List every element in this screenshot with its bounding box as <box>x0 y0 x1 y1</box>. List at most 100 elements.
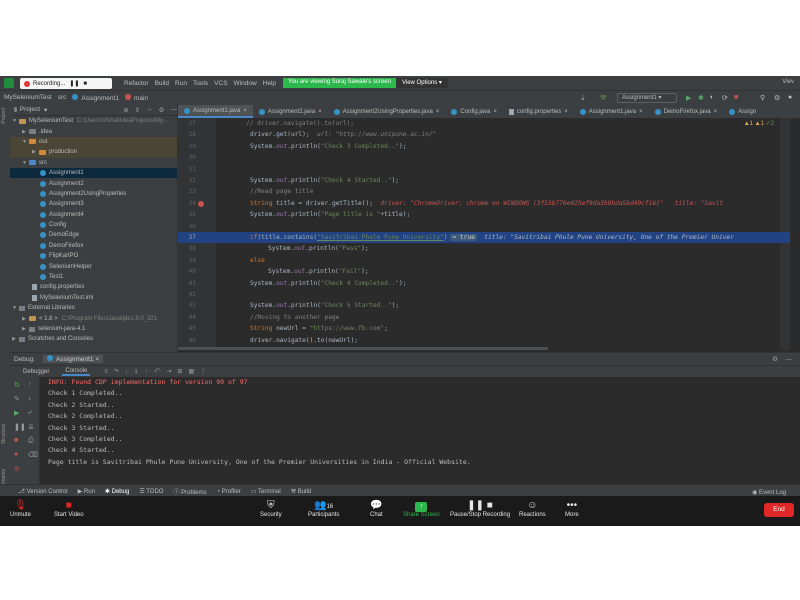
evaluate-icon[interactable]: ⊞ <box>177 368 182 375</box>
tab-terminal[interactable]: ▭ Terminal <box>251 488 281 495</box>
menu-item-help[interactable]: Help <box>263 80 276 87</box>
close-icon[interactable]: × <box>243 108 247 114</box>
build-hammer-icon[interactable]: ⚒ <box>600 94 606 102</box>
tree-item-selenium[interactable]: ▶ selenium-java-4.1 <box>10 324 177 334</box>
close-icon[interactable]: × <box>714 109 718 115</box>
more-button[interactable]: ••• More <box>565 500 579 518</box>
clear-all-icon[interactable]: ⌫ <box>28 451 38 459</box>
tree-item-class[interactable]: FlipKartPO <box>10 251 177 261</box>
tree-item-file[interactable]: MySeleniumTest.iml <box>10 293 177 303</box>
tree-item-class[interactable]: Assignment2UsingProperties <box>10 189 177 199</box>
profile-icon[interactable]: ⟳ <box>722 94 728 102</box>
scroll-down-icon[interactable]: ↓ <box>28 395 32 402</box>
hide-panel-icon[interactable]: — <box>786 356 793 363</box>
tab-config-properties[interactable]: config.properties × <box>503 105 574 118</box>
tab-assignment1-second[interactable]: Assignment1.java × <box>574 105 649 118</box>
tree-item-class[interactable]: DemoEdge <box>10 230 177 240</box>
tree-item-scratches[interactable]: ▶ Scratches and Consoles <box>10 334 177 344</box>
menu-item-tools[interactable]: Tools <box>193 80 208 87</box>
tab-assignment1[interactable]: Assignment1.java × <box>178 105 253 118</box>
start-video-button[interactable]: ■ Start Video <box>54 500 84 518</box>
rerun-icon[interactable]: ↻ <box>14 381 20 389</box>
close-icon[interactable]: × <box>436 109 440 115</box>
stop-icon[interactable]: ■ <box>734 94 738 101</box>
tab-build[interactable]: ⚒ Build <box>291 488 311 495</box>
end-meeting-button[interactable]: End <box>764 503 794 517</box>
code-editor[interactable]: ▲1 ▲1 ✓2 27// driver.navigate().to(url);… <box>178 118 790 350</box>
tree-item-class[interactable]: Test1 <box>10 272 177 282</box>
tab-assignment2-using-properties[interactable]: Assignment2UsingProperties.java × <box>328 105 446 118</box>
tab-profiler[interactable]: ◔ Profiler <box>217 489 241 495</box>
locate-file-icon[interactable]: ⊕ <box>123 106 128 114</box>
menu-item-window[interactable]: Window <box>234 80 257 87</box>
tab-problems[interactable]: ⓘ Problems <box>173 487 206 496</box>
stop-icon[interactable]: ■ <box>14 437 18 444</box>
menu-item-vcs[interactable]: VCS <box>214 80 227 87</box>
view-options-button[interactable]: View Options ▾ <box>395 78 448 88</box>
tree-item-class[interactable]: Config <box>10 220 177 230</box>
breakpoint-icon[interactable] <box>198 200 204 207</box>
debug-icon[interactable]: ✱ <box>698 94 704 102</box>
view-breakpoints-icon[interactable]: ● <box>14 451 18 458</box>
tree-item-file[interactable]: config.properties <box>10 282 177 292</box>
debug-session-tab[interactable]: Assignment1 × <box>42 355 104 363</box>
panel-settings-icon[interactable]: ⚙ <box>159 106 165 114</box>
tree-item-class[interactable]: Assignment3 <box>10 199 177 209</box>
tab-debugger[interactable]: Debugger <box>20 369 52 375</box>
settings-gear-icon[interactable]: ⚙ <box>772 355 778 363</box>
chevron-down-icon[interactable]: ▾ <box>44 106 47 114</box>
tab-run[interactable]: ▶ Run <box>78 488 95 495</box>
collapse-all-icon[interactable]: ⇕ <box>135 106 140 114</box>
breadcrumb-method[interactable]: main <box>124 93 148 102</box>
tree-item-jdk[interactable]: ▶ < 1.8 > C:\Program Files\Java\jdk1.8.0… <box>10 313 177 323</box>
pause-icon[interactable]: ❚❚ <box>14 423 26 431</box>
menu-item-refactor[interactable]: Refactor <box>124 80 149 87</box>
breadcrumb-src[interactable]: src <box>58 94 67 101</box>
menu-item-build[interactable]: Build <box>155 80 169 87</box>
soft-wrap-icon[interactable]: ⤶ <box>28 409 32 417</box>
participants-button[interactable]: 👥16 Participants <box>308 500 339 518</box>
tab-todo[interactable]: ☰ TODO <box>139 488 163 495</box>
pause-recording-button[interactable]: ❚❚ ■ Pause/Stop Recording <box>450 500 510 518</box>
pause-recording-icon[interactable]: ❚❚ <box>69 80 79 87</box>
tab-demo-firefox[interactable]: DemoFirefox.java × <box>649 105 724 118</box>
expand-all-icon[interactable]: ⇔ <box>146 106 153 113</box>
tab-assign[interactable]: Assign <box>723 105 762 118</box>
tree-item-external-libraries[interactable]: ▼ External Libraries <box>10 303 177 313</box>
close-icon[interactable]: × <box>564 109 568 115</box>
step-into-icon[interactable]: ↓ <box>125 369 128 375</box>
tab-debug[interactable]: ✱ Debug <box>105 488 129 495</box>
coverage-icon[interactable]: ◐ <box>710 94 714 101</box>
close-icon[interactable]: × <box>318 109 322 115</box>
menu-item-run[interactable]: Run <box>175 80 187 87</box>
run-to-cursor-icon[interactable]: ⇥ <box>166 368 171 375</box>
project-tool-tab[interactable]: Project <box>1 108 7 124</box>
reactions-button[interactable]: ☺ Reactions <box>519 500 546 518</box>
drop-frame-icon[interactable]: ⤺ <box>154 368 160 375</box>
vcs-update-icon[interactable]: ⇣ <box>580 94 586 102</box>
tree-item-class[interactable]: Assignment2 <box>10 178 177 188</box>
tree-item-src[interactable]: ▼ src <box>10 158 177 168</box>
breadcrumb-class[interactable]: Assignment1 <box>72 93 119 102</box>
event-log-button[interactable]: ◉ Event Log <box>752 489 786 496</box>
scroll-up-icon[interactable]: ↑ <box>28 381 32 388</box>
tree-item-out[interactable]: ▼ out <box>10 136 177 148</box>
tab-config[interactable]: Config.java × <box>445 105 503 118</box>
edit-config-icon[interactable]: ✎ <box>14 395 20 403</box>
tab-version-control[interactable]: ⎇ Version Control <box>18 488 68 495</box>
account-icon[interactable]: ● <box>788 94 792 101</box>
close-icon[interactable]: × <box>639 109 643 115</box>
run-configuration-select[interactable]: Assignment1 ▾ <box>617 93 677 103</box>
run-icon[interactable]: ▶ <box>686 94 691 102</box>
mute-breakpoints-icon[interactable]: ⊘ <box>14 465 20 473</box>
search-icon[interactable]: ⚲ <box>760 94 765 102</box>
share-screen-button[interactable]: ↑ Share Screen <box>403 500 440 518</box>
close-icon[interactable]: × <box>493 109 497 115</box>
stop-recording-icon[interactable]: ■ <box>83 81 87 87</box>
tab-assignment2[interactable]: Assignment2.java × <box>253 105 328 118</box>
tree-item-class[interactable]: Assignment1 <box>10 167 177 179</box>
hide-panel-icon[interactable]: — <box>171 106 178 113</box>
resume-icon[interactable]: ▶ <box>14 409 19 417</box>
print-icon[interactable]: ⎙ <box>28 437 34 445</box>
security-button[interactable]: ⛨ Security <box>260 500 282 518</box>
